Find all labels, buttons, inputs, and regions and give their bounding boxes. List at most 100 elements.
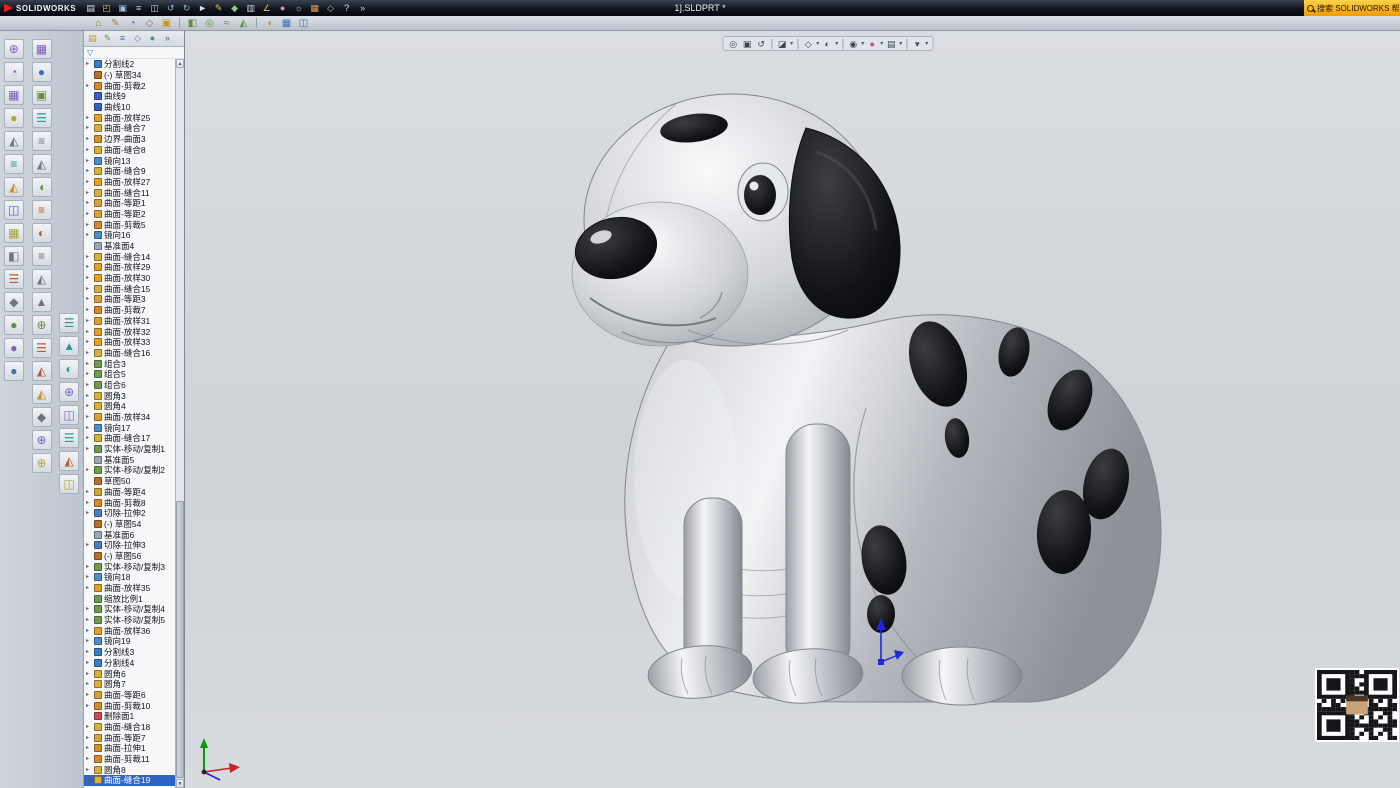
feature-tree-item[interactable]: ▸ 曲面-缝合14 xyxy=(84,251,175,262)
filled-surface-icon[interactable]: ◭ xyxy=(32,154,52,174)
redo-icon[interactable]: ↻ xyxy=(180,2,193,15)
extrude-icon[interactable]: ◧ xyxy=(186,17,199,30)
display-manager-icon[interactable]: ● xyxy=(146,32,159,45)
feature-tree-item[interactable]: ▸ 删除面1 xyxy=(84,711,175,722)
expand-arrow-icon[interactable]: ▸ xyxy=(86,765,92,775)
print-icon[interactable]: ≡ xyxy=(132,2,145,15)
expand-icon[interactable]: » xyxy=(356,2,369,15)
appearance-icon[interactable]: ● xyxy=(276,2,289,15)
display-style-icon[interactable]: ◐ xyxy=(821,38,833,50)
feature-tree-item[interactable]: ▸ 曲面-放样35 xyxy=(84,583,175,594)
untrim-surface-icon[interactable]: ⊕ xyxy=(32,315,52,335)
macro-tool-icon[interactable]: ◫ xyxy=(59,474,79,494)
mirror-icon[interactable]: ◫ xyxy=(297,17,310,30)
feature-tree-item[interactable]: ▸ 圆角4 xyxy=(84,401,175,412)
loft-icon[interactable]: ◭ xyxy=(237,17,250,30)
toolbox-icon[interactable]: ▦ xyxy=(308,2,321,15)
expand-arrow-icon[interactable]: ▸ xyxy=(86,59,92,69)
expand-arrow-icon[interactable]: ▸ xyxy=(86,273,92,283)
feature-tree-item[interactable]: ▸ 曲面-放样27 xyxy=(84,177,175,188)
feature-tree-item[interactable]: ▸ 镜向18 xyxy=(84,572,175,583)
feature-tree-item[interactable]: ▸ 曲面-剪裁7 xyxy=(84,305,175,316)
feature-tree-item[interactable]: ▸ 曲面-缝合16 xyxy=(84,348,175,359)
feature-tree-item[interactable]: ▸ 曲面-等距3 xyxy=(84,294,175,305)
feature-tree-item[interactable]: ▸ 切除-拉伸2 xyxy=(84,508,175,519)
section-view-dropdown[interactable]: ▾ xyxy=(790,40,793,47)
expand-arrow-icon[interactable]: ▸ xyxy=(86,658,92,668)
expand-arrow-icon[interactable]: ▸ xyxy=(86,465,92,475)
feature-tree-item[interactable]: ▸ 组合6 xyxy=(84,380,175,391)
offset-tool-icon[interactable]: ≡ xyxy=(4,154,24,174)
property-manager-icon[interactable]: ✎ xyxy=(101,32,114,45)
expand-arrow-icon[interactable]: ▸ xyxy=(86,743,92,753)
hide-show-items-dropdown[interactable]: ▾ xyxy=(861,40,864,47)
feature-tree-item[interactable]: ▸ 曲面-放样31 xyxy=(84,316,175,327)
dalmatian-dog-model[interactable] xyxy=(185,31,1400,788)
point-tool-icon[interactable]: ● xyxy=(4,361,24,381)
expand-arrow-icon[interactable]: ▸ xyxy=(86,316,92,326)
edit-appearance-icon[interactable]: ● xyxy=(866,38,878,50)
previous-view-icon[interactable]: ↺ xyxy=(755,38,767,50)
expand-arrow-icon[interactable]: ▸ xyxy=(86,733,92,743)
expand-arrow-icon[interactable]: ▸ xyxy=(86,380,92,390)
expand-arrow-icon[interactable]: ▸ xyxy=(86,230,92,240)
tree-scrollbar[interactable]: ▲ ▼ xyxy=(175,59,184,788)
zoom-area-icon[interactable]: ▣ xyxy=(741,38,753,50)
feature-tree-item[interactable]: ▸ 实体-移动/复制3 xyxy=(84,561,175,572)
help-icon[interactable]: ? xyxy=(340,2,353,15)
feature-tree-item[interactable]: ▸ 曲面-缝合7 xyxy=(84,123,175,134)
open-icon[interactable]: ◰ xyxy=(100,2,113,15)
expand-arrow-icon[interactable]: ▸ xyxy=(86,305,92,315)
dog-head[interactable] xyxy=(570,94,900,346)
expand-arrow-icon[interactable]: ▸ xyxy=(86,177,92,187)
feature-tree-item[interactable]: ▸ 草图50 xyxy=(84,476,175,487)
feature-tree-item[interactable]: ▸ 曲面-等距4 xyxy=(84,487,175,498)
spline-tool-icon[interactable]: ◆ xyxy=(4,292,24,312)
feature-tree-item[interactable]: ▸ 曲线10 xyxy=(84,102,175,113)
feature-tree-item[interactable]: ▸ 切除-拉伸3 xyxy=(84,540,175,551)
feature-tree-item[interactable]: ▸ 曲面-放样32 xyxy=(84,326,175,337)
help-search-box[interactable]: 搜索 SOLIDWORKS 帮助 xyxy=(1304,0,1400,16)
expand-arrow-icon[interactable]: ▸ xyxy=(86,562,92,572)
dimxpert-tab-icon[interactable]: ◇ xyxy=(143,17,156,30)
expand-arrow-icon[interactable]: ▸ xyxy=(86,508,92,518)
extruded-surface-icon[interactable]: ▦ xyxy=(32,39,52,59)
tree-filter-row[interactable]: ▽ xyxy=(84,47,184,59)
edit-appearance-dropdown[interactable]: ▾ xyxy=(880,40,883,47)
expand-arrow-icon[interactable]: ▸ xyxy=(86,444,92,454)
expand-arrow-icon[interactable]: ▸ xyxy=(86,636,92,646)
feature-tree-item[interactable]: ▸ 镜向16 xyxy=(84,230,175,241)
convert-tool-icon[interactable]: ◭ xyxy=(4,131,24,151)
feature-tree-item[interactable]: ▸ 曲面-缝合15 xyxy=(84,283,175,294)
thicken-icon[interactable]: ◭ xyxy=(32,384,52,404)
feature-tree-item[interactable]: ▸ 镜向17 xyxy=(84,422,175,433)
feature-tree-item[interactable]: ▸ 圆角8 xyxy=(84,764,175,775)
pattern-icon[interactable]: ▦ xyxy=(280,17,293,30)
display-style-dropdown[interactable]: ▾ xyxy=(835,40,838,47)
expand-arrow-icon[interactable]: ▸ xyxy=(86,391,92,401)
trim-surface-icon[interactable]: ▲ xyxy=(32,292,52,312)
print-preview-icon[interactable]: ◫ xyxy=(148,2,161,15)
file-properties-icon[interactable]: ▥ xyxy=(244,2,257,15)
dimxpert-manager-icon[interactable]: ◇ xyxy=(131,32,144,45)
expand-arrow-icon[interactable]: ▸ xyxy=(86,487,92,497)
expand-arrow-icon[interactable]: ▸ xyxy=(86,284,92,294)
swept-icon[interactable]: ≈ xyxy=(220,17,233,30)
lofted-surface-icon[interactable]: ☰ xyxy=(32,108,52,128)
expand-arrow-icon[interactable]: ▸ xyxy=(86,188,92,198)
planar-surface-icon[interactable]: ≡ xyxy=(32,246,52,266)
delete-face-tool-icon[interactable]: ☰ xyxy=(32,338,52,358)
mass-props-icon[interactable]: ◫ xyxy=(59,405,79,425)
feature-tree-item[interactable]: ▸ 曲面-放样34 xyxy=(84,412,175,423)
expand-arrow-icon[interactable]: ▸ xyxy=(86,209,92,219)
feature-tree-item[interactable]: ▸ 曲面-等距1 xyxy=(84,198,175,209)
expand-arrow-icon[interactable]: ▸ xyxy=(86,145,92,155)
office-tab-icon[interactable]: ▣ xyxy=(160,17,173,30)
apply-scene-dropdown[interactable]: ▾ xyxy=(899,40,902,47)
replace-face-icon[interactable]: ◭ xyxy=(32,361,52,381)
expand-arrow-icon[interactable]: ▸ xyxy=(86,754,92,764)
expand-arrow-icon[interactable]: ▸ xyxy=(86,647,92,657)
save-icon[interactable]: ▣ xyxy=(116,2,129,15)
sketch-tool-icon[interactable]: ◔ xyxy=(4,62,24,82)
camera-tool-icon[interactable]: ◭ xyxy=(59,451,79,471)
